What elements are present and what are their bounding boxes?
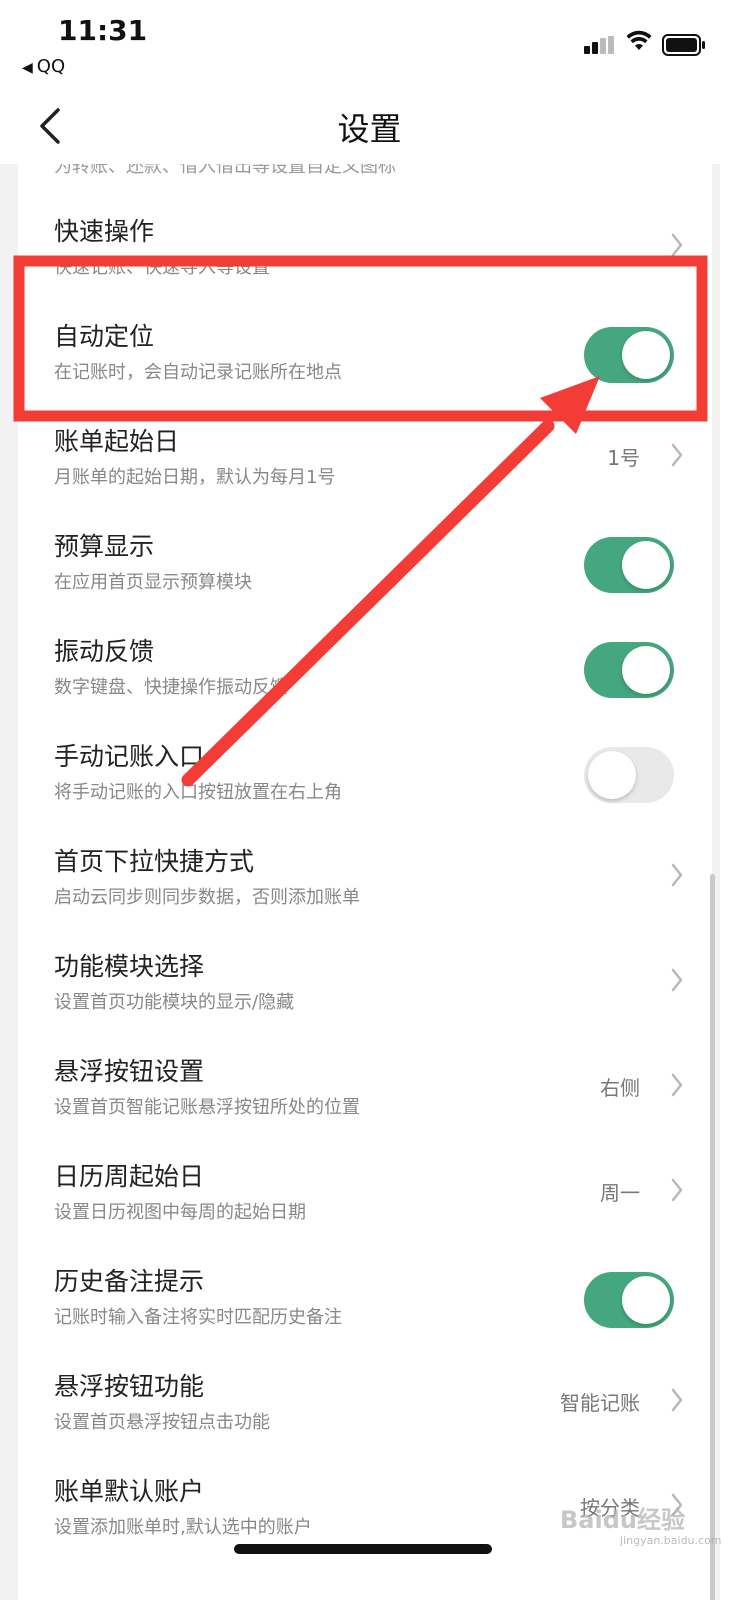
setting-row-history-note-hint[interactable]: 历史备注提示 记账时输入备注将实时匹配历史备注 [18,1244,712,1349]
setting-title: 手动记账入口 [54,742,205,771]
setting-description: 设置首页功能模块的显示/隐藏 [54,992,295,1013]
setting-title: 自动定位 [54,322,155,351]
setting-row-auto-location[interactable]: 自动定位 在记账时，会自动记录记账所在地点 [18,299,712,404]
setting-row-bill-start-day[interactable]: 账单起始日 月账单的起始日期，默认为每月1号 1号 [18,404,712,509]
status-bar: 11:31 ◀ QQ [0,0,739,90]
home-indicator[interactable] [234,1544,492,1554]
vibration-feedback-toggle[interactable] [584,642,674,698]
setting-title: 日历周起始日 [54,1162,205,1191]
setting-description: 数字键盘、快捷操作振动反馈 [54,677,288,698]
setting-title: 悬浮按钮设置 [54,1057,205,1086]
setting-description: 设置首页悬浮按钮点击功能 [54,1412,270,1433]
back-app-label: QQ [36,56,66,77]
settings-card: 为转账、还款、借入借出等设置自定义图标 快速操作 快速记账、快速导入等设置 自动… [18,164,712,1600]
chevron-right-icon [671,1073,683,1097]
page-title: 设置 [337,110,402,148]
cellular-signal-icon [584,36,616,54]
setting-row-module-selection[interactable]: 功能模块选择 设置首页功能模块的显示/隐藏 [18,929,712,1034]
setting-title: 首页下拉快捷方式 [54,847,255,876]
setting-description: 设置添加账单时,默认选中的账户 [54,1517,312,1538]
setting-row-budget-display[interactable]: 预算显示 在应用首页显示预算模块 [18,509,712,614]
scrollbar[interactable] [710,874,715,1600]
setting-value: 1号 [607,446,640,470]
watermark-url: jingyan.baidu.com [620,1534,722,1547]
chevron-right-icon [671,863,683,887]
toggle-knob [622,1276,670,1324]
settings-scroll-area[interactable]: 为转账、还款、借入借出等设置自定义图标 快速操作 快速记账、快速导入等设置 自动… [0,164,720,1600]
setting-row-manual-entry[interactable]: 手动记账入口 将手动记账的入口按钮放置在右上角 [18,719,712,824]
setting-title: 功能模块选择 [54,952,205,981]
setting-value: 智能记账 [560,1391,640,1415]
setting-description: 在记账时，会自动记录记账所在地点 [54,362,342,383]
setting-row-vibration-feedback[interactable]: 振动反馈 数字键盘、快捷操作振动反馈 [18,614,712,719]
setting-description: 启动云同步则同步数据，否则添加账单 [54,887,360,908]
toggle-knob [622,646,670,694]
setting-description: 月账单的起始日期，默认为每月1号 [54,467,336,488]
chevron-right-icon [671,1388,683,1412]
setting-row-floating-button-function[interactable]: 悬浮按钮功能 设置首页悬浮按钮点击功能 智能记账 [18,1349,712,1454]
setting-description: 设置首页智能记账悬浮按钮所处的位置 [54,1097,360,1118]
setting-description: 在应用首页显示预算模块 [54,572,252,593]
toggle-knob [622,541,670,589]
manual-entry-toggle[interactable] [584,747,674,803]
toggle-knob [622,331,670,379]
toggle-knob [588,751,636,799]
setting-title: 历史备注提示 [54,1267,205,1296]
status-time: 11:31 [58,14,148,47]
chevron-right-icon [671,968,683,992]
setting-title: 振动反馈 [54,637,155,666]
setting-row-quick-actions[interactable]: 快速操作 快速记账、快速导入等设置 [18,194,712,299]
setting-value: 右侧 [600,1076,640,1100]
watermark-logo: Baidu经验 [560,1506,685,1534]
setting-row-floating-button-position[interactable]: 悬浮按钮设置 设置首页智能记账悬浮按钮所处的位置 右侧 [18,1034,712,1139]
setting-description: 快速记账、快速导入等设置 [54,257,270,278]
chevron-right-icon [671,233,683,257]
history-note-hint-toggle[interactable] [584,1272,674,1328]
setting-row-week-start-day[interactable]: 日历周起始日 设置日历视图中每周的起始日期 周一 [18,1139,712,1244]
wifi-icon [626,30,652,50]
budget-display-toggle[interactable] [584,537,674,593]
setting-title: 账单起始日 [54,427,180,456]
chevron-right-icon [671,443,683,467]
chevron-right-icon [671,1178,683,1202]
setting-title: 悬浮按钮功能 [54,1372,205,1401]
setting-title: 预算显示 [54,532,155,561]
partial-row-description: 为转账、还款、借入借出等设置自定义图标 [54,164,396,177]
setting-description: 将手动记账的入口按钮放置在右上角 [54,782,342,803]
auto-location-toggle[interactable] [584,327,674,383]
setting-value: 周一 [600,1181,640,1205]
setting-title: 快速操作 [54,217,155,246]
setting-description: 记账时输入备注将实时匹配历史备注 [54,1307,342,1328]
navigation-bar: 设置 [0,90,739,164]
setting-description: 设置日历视图中每周的起始日期 [54,1202,306,1223]
battery-icon [662,34,705,56]
back-to-app-link[interactable]: ◀ QQ [22,56,65,77]
setting-row-pulldown-shortcut[interactable]: 首页下拉快捷方式 启动云同步则同步数据，否则添加账单 [18,824,712,929]
setting-title: 账单默认账户 [54,1477,205,1506]
back-triangle-icon: ◀ [22,60,33,76]
